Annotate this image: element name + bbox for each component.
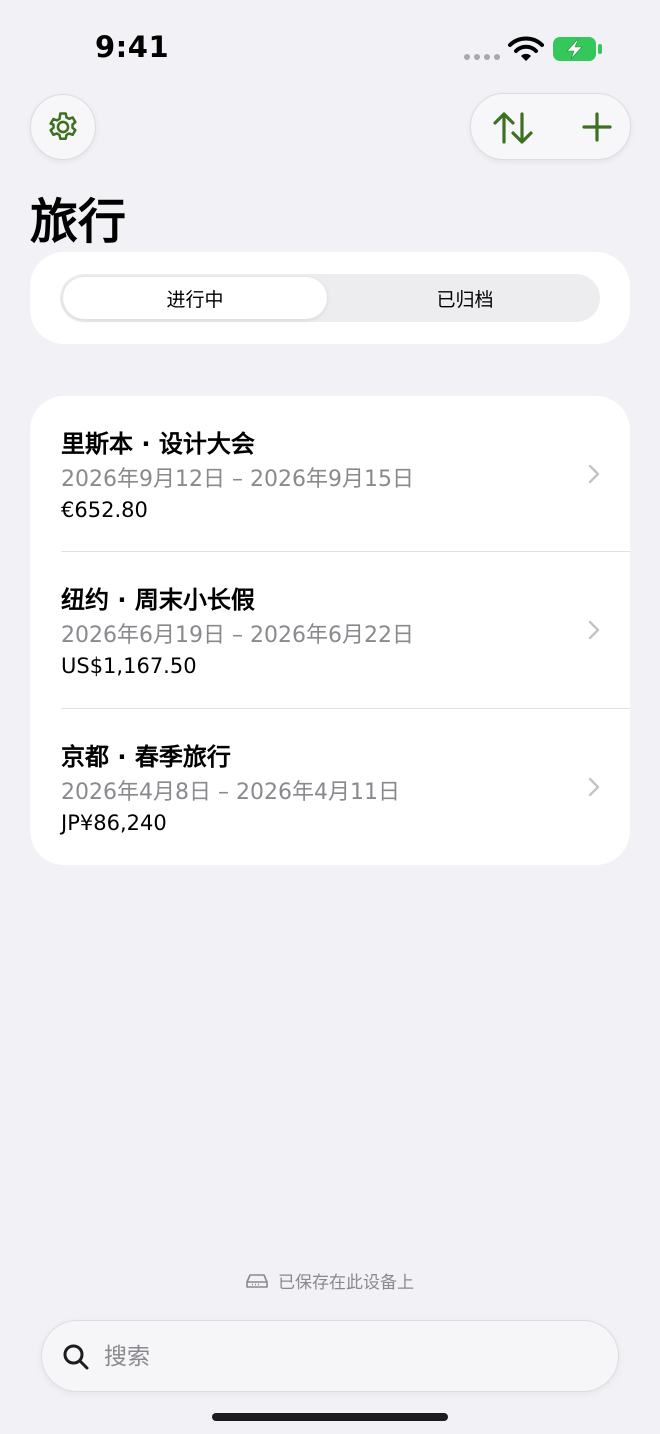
sort-arrows-icon[interactable] [491,110,535,146]
search-bar[interactable] [41,1320,619,1392]
trip-name: 里斯本 · 设计大会 [61,430,255,458]
battery-charging-icon [553,37,602,61]
trip-dates: 2026年6月19日 – 2026年6月22日 [61,623,414,648]
status-time: 9:41 [95,30,170,64]
segment-archived-trips[interactable]: 已归档 [330,274,600,322]
trip-row[interactable]: 纽约 · 周末小长假 2026年6月19日 – 2026年6月22日 US$1,… [30,552,630,708]
search-icon [63,1344,89,1370]
chevron-right-icon [588,464,600,484]
trip-row[interactable]: 里斯本 · 设计大会 2026年9月12日 – 2026年9月15日 €652.… [30,396,630,552]
settings-button[interactable] [30,94,96,160]
trip-dates: 2026年9月12日 – 2026年9月15日 [61,467,414,492]
storage-drive-icon [246,1273,268,1288]
wifi-icon [508,36,544,61]
trip-total: JP¥86,240 [61,811,167,835]
trip-total: €652.80 [61,498,148,522]
trip-row[interactable]: 京都 · 春季旅行 2026年4月8日 – 2026年4月11日 JP¥86,2… [30,709,630,865]
search-input[interactable] [104,1335,584,1379]
add-trip-icon[interactable] [581,111,613,143]
home-indicator [212,1413,448,1421]
saved-label: 已保存在此设备上 [278,1273,414,1293]
chevron-right-icon [588,620,600,640]
trip-name: 纽约 · 周末小长假 [61,586,255,614]
chevron-right-icon [588,777,600,797]
trip-list: 里斯本 · 设计大会 2026年9月12日 – 2026年9月15日 €652.… [30,396,630,865]
local-storage-notice: 已保存在此设备上 [0,1268,660,1293]
gear-icon [49,112,77,140]
segment-active-trips[interactable]: 进行中 [63,277,327,319]
header-actions [470,93,631,160]
segmented-control: 进行中 已归档 [60,274,600,322]
cellular-signal-icon [464,54,500,60]
trips-screen: 9:41 旅行 进行中 已归档 里斯本 · 设计大会 2026年9月12日 – … [0,0,660,1434]
trip-name: 京都 · 春季旅行 [61,743,231,771]
segment-card: 进行中 已归档 [30,252,630,344]
page-title: 旅行 [30,194,127,250]
trip-total: US$1,167.50 [61,654,197,678]
trip-dates: 2026年4月8日 – 2026年4月11日 [61,780,400,805]
